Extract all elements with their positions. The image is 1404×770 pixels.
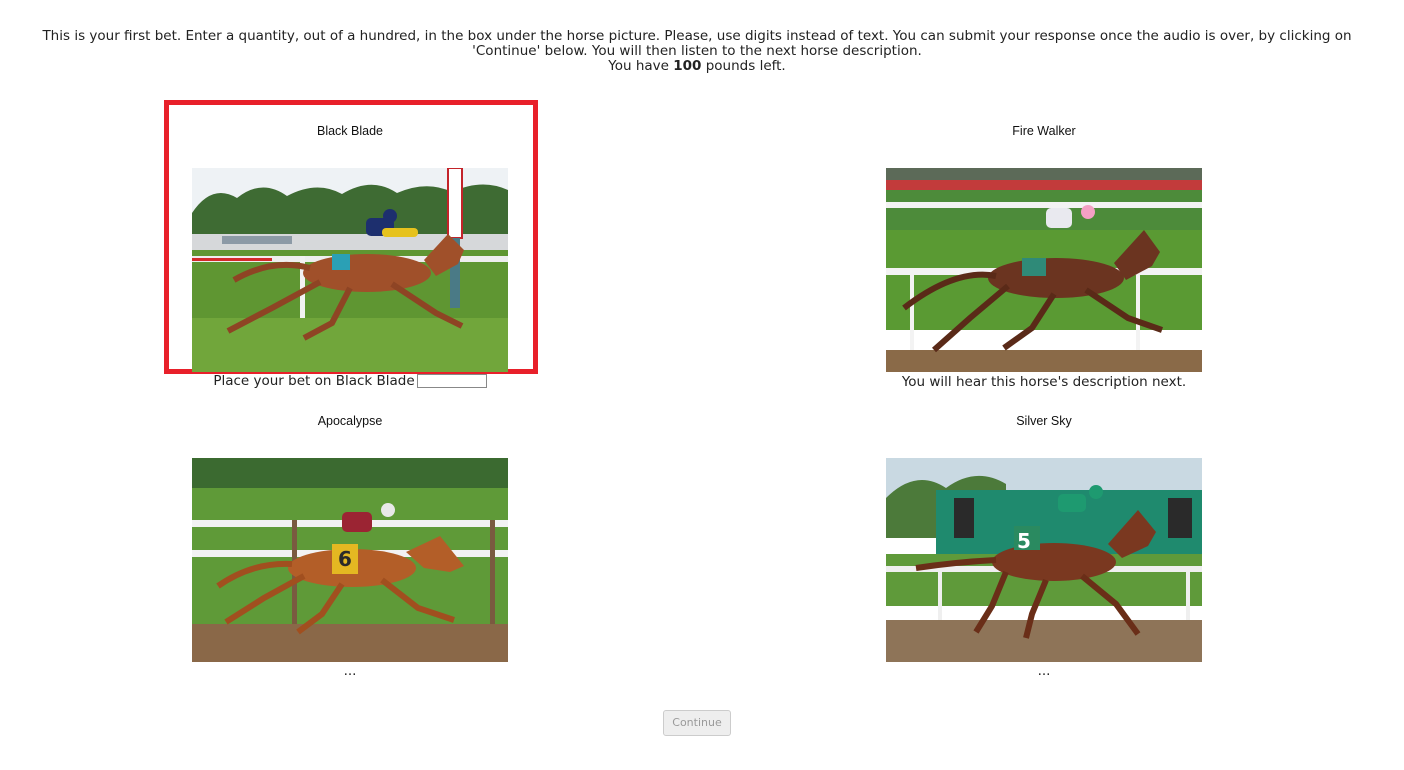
horse-photo-fire-walker [886,168,1202,372]
instructions-text: This is your first bet. Enter a quantity… [42,28,1352,59]
horse-photo-silver-sky: 5 [886,458,1202,662]
balance-amount: 100 [673,58,702,74]
saddle-number-apocalypse: 6 [338,547,352,571]
horse-caption-apocalypse: ... [343,663,357,679]
horse-photo-apocalypse: 6 [192,458,508,662]
horse-title-apocalypse: Apocalypse [317,414,383,428]
bet-input-black-blade[interactable] [416,374,487,388]
balance-prefix: You have [608,58,674,74]
instructions: This is your first bet. Enter a quantity… [10,29,1384,74]
saddle-number-silver-sky: 5 [1017,529,1031,553]
bet-label-black-blade: Place your bet on Black Blade [213,373,415,389]
balance-line: You have 100 pounds left. [10,59,1384,74]
horse-caption-fire-walker: You will hear this horse's description n… [901,374,1187,390]
horse-caption-silver-sky: ... [1037,663,1051,679]
horse-photo-black-blade [192,168,508,372]
continue-button[interactable]: Continue [663,710,731,736]
balance-suffix: pounds left. [701,58,786,74]
horse-title-black-blade: Black Blade [316,124,383,138]
bet-row-black-blade: Place your bet on Black Blade [192,373,508,389]
horse-title-silver-sky: Silver Sky [1016,414,1072,428]
horse-title-fire-walker: Fire Walker [1012,124,1076,138]
